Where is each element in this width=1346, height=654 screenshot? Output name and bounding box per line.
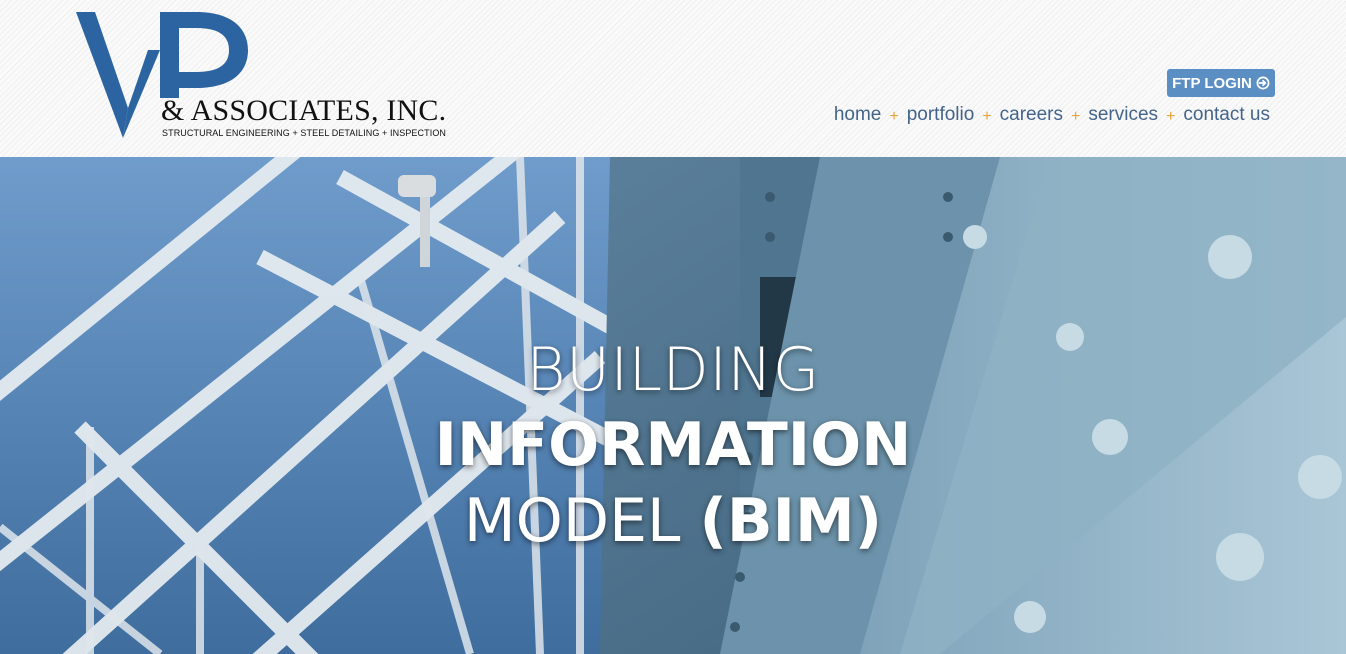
company-logo[interactable]: & ASSOCIATES, INC. STRUCTURAL ENGINEERIN… <box>76 10 476 145</box>
nav-separator: + <box>1166 108 1176 125</box>
hero-line-model: MODEL (BIM) <box>0 483 1346 559</box>
main-nav: home + portfolio + careers + services + … <box>834 104 1270 126</box>
nav-home[interactable]: home <box>834 104 882 126</box>
nav-portfolio[interactable]: portfolio <box>907 104 975 126</box>
hero-line-information: INFORMATION <box>434 410 912 480</box>
company-name: & ASSOCIATES, INC. <box>161 94 447 127</box>
login-icon <box>1256 76 1270 90</box>
company-tagline: STRUCTURAL ENGINEERING + STEEL DETAILING… <box>162 128 447 138</box>
nav-careers[interactable]: careers <box>1000 104 1063 126</box>
nav-contact-us[interactable]: contact us <box>1183 104 1270 126</box>
hero-model-word: MODEL <box>463 486 681 556</box>
hero-line-building: BUILDING <box>526 335 820 405</box>
hero-banner: BUILDING INFORMATION MODEL (BIM) <box>0 157 1346 654</box>
nav-separator: + <box>889 108 899 125</box>
nav-separator: + <box>982 108 992 125</box>
hero-bim-abbrev: (BIM) <box>699 486 883 556</box>
nav-separator: + <box>1071 108 1081 125</box>
nav-services[interactable]: services <box>1088 104 1158 126</box>
site-header: & ASSOCIATES, INC. STRUCTURAL ENGINEERIN… <box>0 0 1346 157</box>
ftp-login-button[interactable]: FTP LOGIN <box>1167 69 1275 97</box>
hero-title: BUILDING INFORMATION MODEL (BIM) <box>0 333 1346 559</box>
ftp-login-label: FTP LOGIN <box>1172 74 1252 92</box>
